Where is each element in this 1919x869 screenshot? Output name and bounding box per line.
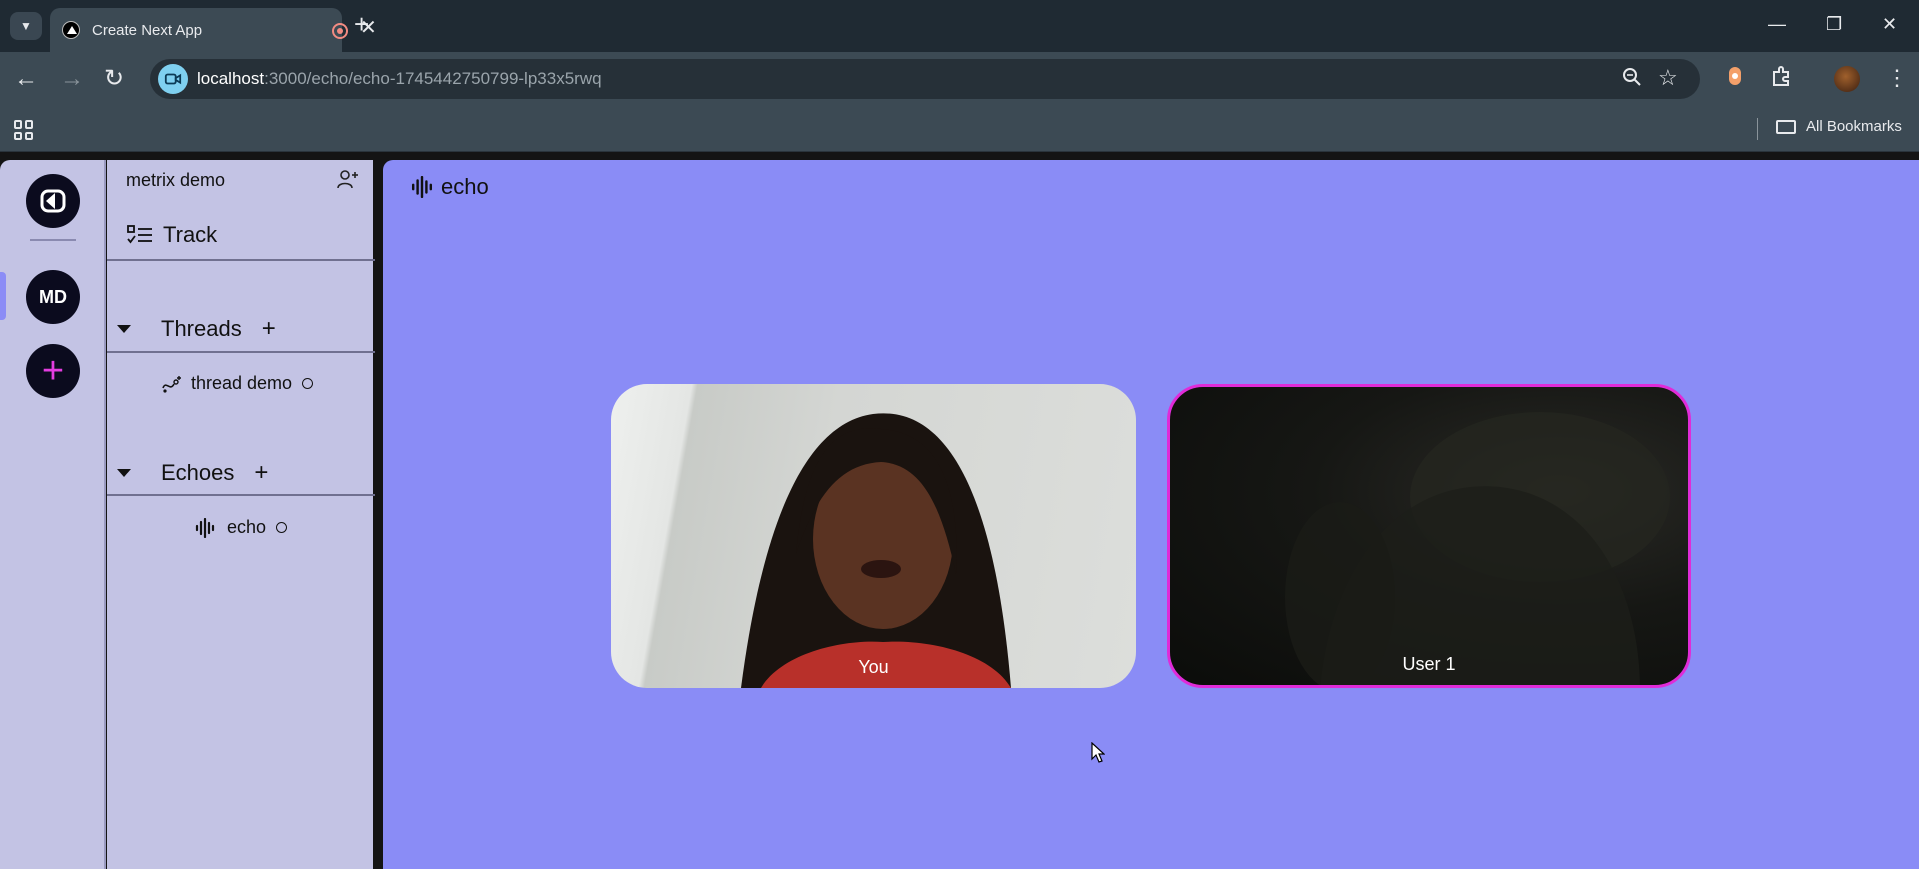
zoom-icon[interactable]	[1622, 67, 1642, 93]
track-label: Track	[163, 222, 218, 247]
bookmarks-separator	[1757, 118, 1758, 140]
track-link[interactable]: Track	[127, 222, 217, 248]
caret-down-icon	[117, 469, 131, 477]
all-bookmarks-button[interactable]: All Bookmarks	[1776, 118, 1902, 135]
browser-toolbar: ← → ↻ localhost:3000/echo/echo-174544275…	[0, 52, 1919, 106]
main-panel: echo You User 1	[383, 160, 1919, 869]
caret-down-icon	[117, 325, 131, 333]
minimize-button[interactable]: —	[1768, 12, 1786, 36]
invite-user-icon[interactable]	[337, 168, 359, 195]
threads-section-header[interactable]: Threads +	[117, 316, 276, 342]
bookmarks-bar: All Bookmarks	[0, 106, 1919, 152]
echoes-section-header[interactable]: Echoes +	[117, 460, 268, 486]
workspace-avatar[interactable]: MD	[26, 270, 80, 324]
channel-header: echo	[411, 174, 489, 200]
sidebar-divider	[107, 259, 375, 261]
channel-sidebar: metrix demo Track Threads + thread demo …	[107, 160, 375, 869]
address-bar[interactable]: localhost:3000/echo/echo-1745442750799-l…	[150, 59, 1700, 99]
participant-video-you[interactable]: You	[611, 384, 1136, 688]
thread-item-label: thread demo	[191, 373, 293, 393]
tab-title: Create Next App	[92, 21, 203, 39]
audio-wave-icon	[195, 517, 215, 538]
window-close-button[interactable]: ✕	[1882, 12, 1897, 36]
profile-avatar[interactable]	[1834, 66, 1860, 92]
restore-button[interactable]: ❐	[1826, 12, 1842, 36]
active-server-indicator	[0, 272, 6, 320]
url-text: localhost:3000/echo/echo-1745442750799-l…	[197, 69, 602, 88]
participant-video-image	[1285, 412, 1670, 685]
status-ring-icon	[276, 522, 288, 533]
browser-tab[interactable]: Create Next App ✕	[50, 8, 377, 52]
sidebar-divider	[107, 351, 375, 353]
all-bookmarks-label: All Bookmarks	[1806, 118, 1902, 135]
recording-indicator-icon	[332, 23, 348, 39]
app-logo-icon[interactable]	[26, 174, 80, 228]
audio-wave-icon	[411, 176, 433, 198]
add-workspace-button[interactable]: +	[26, 344, 80, 398]
apps-grid-icon[interactable]	[14, 120, 34, 140]
status-ring-icon	[302, 378, 314, 389]
workspace-name: metrix demo	[126, 170, 226, 190]
nextjs-favicon-icon	[62, 21, 80, 39]
echo-item-label: echo	[227, 517, 267, 537]
mouse-cursor-icon	[1091, 742, 1105, 763]
back-button[interactable]: ←	[14, 64, 38, 94]
server-rail: MD +	[0, 160, 106, 869]
rail-divider	[30, 239, 76, 241]
video-camera-icon	[158, 64, 188, 94]
add-thread-button[interactable]: +	[262, 317, 276, 341]
tab-search-button[interactable]: ▼	[10, 12, 42, 40]
participant-video-image	[741, 413, 1011, 688]
extension-icon[interactable]	[1726, 64, 1744, 93]
folder-icon	[1776, 119, 1796, 134]
participant-label: You	[858, 657, 889, 677]
bookmark-star-icon[interactable]: ☆	[1658, 65, 1678, 91]
checklist-icon	[127, 225, 152, 244]
reload-button[interactable]: ↻	[104, 64, 124, 94]
puzzle-extensions-icon[interactable]	[1770, 64, 1794, 93]
new-tab-button[interactable]: +	[354, 10, 369, 38]
threads-title: Threads	[161, 316, 242, 341]
add-echo-button[interactable]: +	[254, 461, 268, 485]
more-menu-icon[interactable]: ⋮	[1886, 64, 1908, 92]
participant-label: User 1	[1402, 654, 1456, 674]
sidebar-divider	[107, 494, 375, 496]
echoes-title: Echoes	[161, 460, 235, 485]
app-root: MD + metrix demo Track Threads + thread …	[0, 152, 1919, 869]
thread-item[interactable]: thread demo	[161, 373, 314, 394]
browser-tabbar: ▼ Create Next App ✕ + — ❐ ✕	[0, 0, 1919, 52]
echo-item[interactable]: echo	[195, 517, 288, 538]
channel-title: echo	[441, 174, 489, 199]
thread-icon	[162, 375, 181, 393]
participant-video-user-1[interactable]: User 1	[1167, 384, 1691, 688]
forward-button[interactable]: →	[60, 64, 84, 94]
